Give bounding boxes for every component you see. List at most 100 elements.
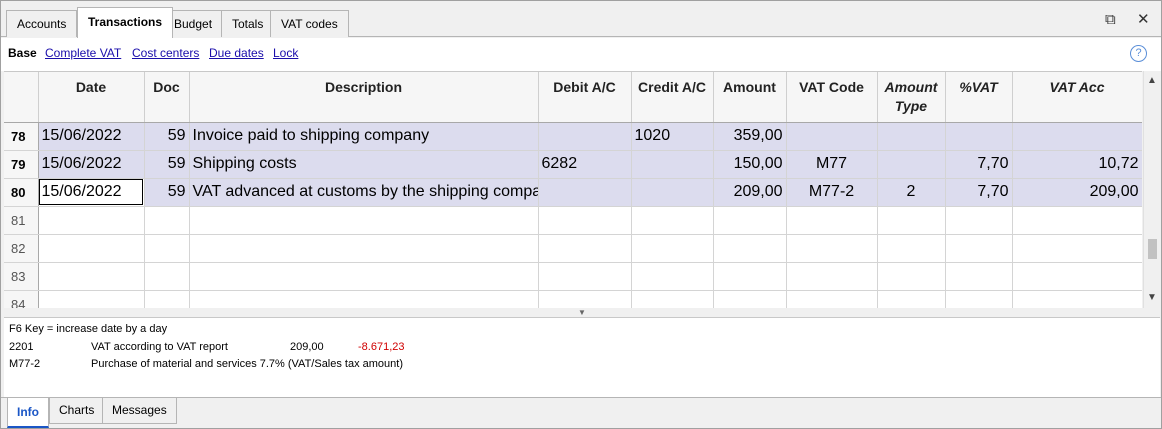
table-row[interactable]: 79 15/06/2022 59 Shipping costs 6282 150…	[4, 150, 1142, 179]
cell-credit[interactable]	[631, 262, 714, 291]
tab-transactions[interactable]: Transactions	[77, 7, 174, 38]
cell-date[interactable]	[38, 290, 145, 308]
tab-charts[interactable]: Charts	[49, 398, 105, 424]
vertical-scrollbar[interactable]: ▲ ▼	[1143, 71, 1160, 308]
cell-date[interactable]: 15/06/2022	[38, 150, 145, 179]
cell-amount-type[interactable]: 2	[877, 178, 946, 207]
cell-description[interactable]	[189, 206, 539, 235]
cell-doc[interactable]	[144, 262, 190, 291]
cell-amount-type[interactable]	[877, 206, 946, 235]
cell-amount[interactable]	[713, 262, 787, 291]
cell-vat-code[interactable]	[786, 122, 878, 151]
tab-totals[interactable]: Totals	[221, 10, 275, 37]
cell-vat-code[interactable]: M77	[786, 150, 878, 179]
view-cost-centers[interactable]: Cost centers	[132, 46, 199, 60]
scroll-thumb[interactable]	[1148, 239, 1157, 259]
cell-pct-vat[interactable]	[945, 262, 1013, 291]
cell-credit[interactable]: 1020	[631, 122, 714, 151]
header-date[interactable]: Date	[38, 72, 145, 123]
table-row[interactable]: 83	[4, 262, 1142, 291]
cell-amount[interactable]: 359,00	[713, 122, 787, 151]
cell-amount-type[interactable]	[877, 262, 946, 291]
cell-vat-code[interactable]: M77-2	[786, 178, 878, 207]
view-lock[interactable]: Lock	[273, 46, 298, 60]
cell-vat-code[interactable]	[786, 290, 878, 308]
cell-debit[interactable]	[538, 262, 632, 291]
restore-icon[interactable]: ⧉	[1105, 12, 1116, 28]
cell-amount[interactable]	[713, 290, 787, 308]
cell-date[interactable]	[38, 234, 145, 263]
cell-pct-vat[interactable]	[945, 290, 1013, 308]
header-vat-acc[interactable]: VAT Acc	[1012, 72, 1142, 123]
cell-amount-type[interactable]	[877, 150, 946, 179]
cell-amount[interactable]	[713, 206, 787, 235]
tab-vat-codes[interactable]: VAT codes	[270, 10, 349, 37]
cell-debit[interactable]	[538, 122, 632, 151]
header-credit[interactable]: Credit A/C	[631, 72, 714, 123]
cell-doc[interactable]: 59	[144, 150, 190, 179]
cell-vat-acc[interactable]	[1012, 234, 1142, 263]
table-row[interactable]: 80 15/06/2022 59 VAT advanced at customs…	[4, 178, 1142, 207]
header-vat-code[interactable]: VAT Code	[786, 72, 878, 123]
cell-pct-vat[interactable]: 7,70	[945, 150, 1013, 179]
scroll-down-icon[interactable]: ▼	[1147, 292, 1157, 303]
cell-credit[interactable]	[631, 178, 714, 207]
view-complete-vat[interactable]: Complete VAT	[45, 46, 121, 60]
cell-date-selected[interactable]: 15/06/2022	[38, 178, 145, 207]
cell-credit[interactable]	[631, 206, 714, 235]
cell-debit[interactable]	[538, 290, 632, 308]
cell-description[interactable]: Shipping costs	[189, 150, 539, 179]
cell-pct-vat[interactable]	[945, 234, 1013, 263]
header-pct-vat[interactable]: %VAT	[945, 72, 1013, 123]
cell-pct-vat[interactable]: 7,70	[945, 178, 1013, 207]
cell-pct-vat[interactable]	[945, 122, 1013, 151]
header-description[interactable]: Description	[189, 72, 539, 123]
cell-vat-code[interactable]	[786, 206, 878, 235]
header-debit[interactable]: Debit A/C	[538, 72, 632, 123]
cell-credit[interactable]	[631, 290, 714, 308]
cell-date[interactable]	[38, 262, 145, 291]
scroll-up-icon[interactable]: ▲	[1147, 75, 1157, 86]
tab-info[interactable]: Info	[7, 398, 49, 428]
cell-vat-code[interactable]	[786, 262, 878, 291]
cell-debit[interactable]	[538, 234, 632, 263]
view-due-dates[interactable]: Due dates	[209, 46, 264, 60]
cell-credit[interactable]	[631, 150, 714, 179]
tab-accounts[interactable]: Accounts	[6, 10, 78, 37]
cell-doc[interactable]: 59	[144, 178, 190, 207]
cell-debit[interactable]: 6282	[538, 150, 632, 179]
cell-amount[interactable]	[713, 234, 787, 263]
header-doc[interactable]: Doc	[144, 72, 190, 123]
cell-pct-vat[interactable]	[945, 206, 1013, 235]
header-amount[interactable]: Amount	[713, 72, 787, 123]
help-icon[interactable]: ?	[1130, 45, 1147, 62]
splitter-handle-icon[interactable]: ▼	[578, 308, 586, 317]
cell-doc[interactable]	[144, 206, 190, 235]
cell-date[interactable]	[38, 206, 145, 235]
cell-amount[interactable]: 150,00	[713, 150, 787, 179]
cell-vat-acc[interactable]	[1012, 262, 1142, 291]
cell-amount[interactable]: 209,00	[713, 178, 787, 207]
table-row[interactable]: 81	[4, 206, 1142, 235]
cell-description[interactable]: VAT advanced at customs by the shipping …	[189, 178, 539, 207]
cell-vat-acc[interactable]: 10,72	[1012, 150, 1142, 179]
cell-amount-type[interactable]	[877, 122, 946, 151]
cell-amount-type[interactable]	[877, 290, 946, 308]
cell-doc[interactable]	[144, 234, 190, 263]
cell-vat-acc[interactable]	[1012, 290, 1142, 308]
tab-messages[interactable]: Messages	[102, 398, 177, 424]
view-base[interactable]: Base	[8, 46, 37, 60]
table-row[interactable]: 78 15/06/2022 59 Invoice paid to shippin…	[4, 122, 1142, 151]
cell-date[interactable]: 15/06/2022	[38, 122, 145, 151]
table-row[interactable]: 82	[4, 234, 1142, 263]
cell-vat-acc[interactable]	[1012, 206, 1142, 235]
cell-vat-acc[interactable]: 209,00	[1012, 178, 1142, 207]
cell-description[interactable]	[189, 262, 539, 291]
header-amount-type[interactable]: Amount Type	[877, 72, 946, 123]
cell-credit[interactable]	[631, 234, 714, 263]
cell-doc[interactable]	[144, 290, 190, 308]
cell-description[interactable]	[189, 234, 539, 263]
cell-debit[interactable]	[538, 206, 632, 235]
cell-vat-code[interactable]	[786, 234, 878, 263]
cell-amount-type[interactable]	[877, 234, 946, 263]
